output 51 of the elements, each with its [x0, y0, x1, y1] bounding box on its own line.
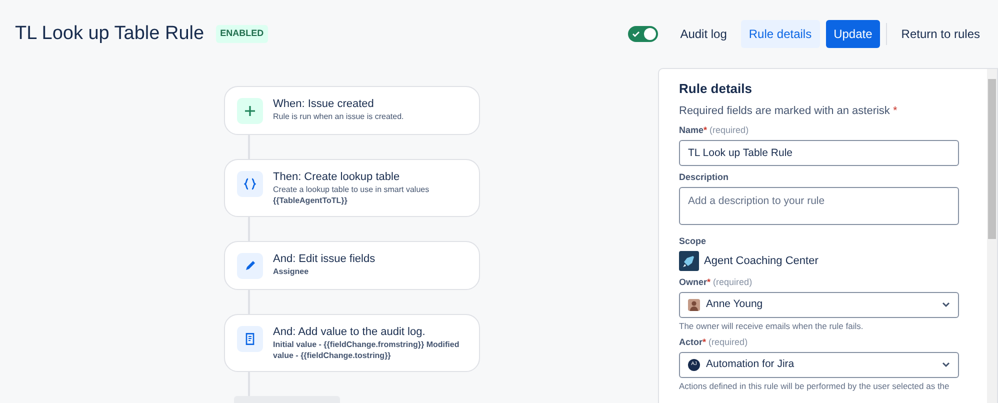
asterisk: * [707, 277, 711, 288]
pencil-icon [237, 253, 263, 279]
field-label: Actor [679, 337, 703, 348]
check-icon [632, 30, 640, 38]
step-description: Initial value - {{fieldChange.fromstring}} Modified value - {{fieldChange.tostring}} [273, 339, 460, 361]
required-hint: (required) [713, 277, 752, 288]
panel-heading: Rule details [679, 81, 753, 97]
field-label: Name [679, 125, 704, 136]
step-card[interactable]: And: Edit issue fields Assignee [224, 241, 480, 290]
help-text: The owner will receive emails when the rule fails. [679, 321, 864, 332]
name-input[interactable]: TL Look up Table Rule [679, 140, 959, 166]
chevron-down-icon [942, 362, 950, 368]
document-icon [237, 326, 263, 352]
audit-log-button[interactable]: Audit log [672, 20, 735, 48]
rocket-icon [679, 251, 699, 272]
scrollbar[interactable] [987, 69, 997, 403]
step-card[interactable]: When: Issue created Rule is run when an issue is created. [224, 86, 480, 135]
update-button[interactable]: Update [826, 20, 880, 48]
help-text: Actions defined in this rule will be performed by the user selected as the [679, 381, 950, 392]
step-description: {{TableAgentToTL}} [273, 195, 348, 206]
asterisk: * [702, 337, 706, 348]
required-note: Required fields are marked with an asterisk [679, 104, 890, 117]
asterisk: * [704, 125, 708, 136]
step-description: Assignee [273, 266, 310, 277]
asterisk: * [893, 104, 898, 117]
step-card[interactable]: And: Add value to the audit log. Initial value - {{fieldChange.fromstring}} Modified value - {{fieldChange.tostring}} [224, 314, 480, 372]
return-link[interactable]: Return to rules [893, 20, 988, 48]
step-title: When: Issue created [273, 97, 375, 111]
step-card[interactable]: Then: Create lookup table Create a lookup table to use in smart values {{TableAgentToTL}} [224, 159, 480, 217]
step-title: And: Edit issue fields [273, 252, 376, 266]
chevron-down-icon [942, 302, 950, 308]
field-label: Owner [679, 277, 708, 288]
step-description: Create a lookup table to use in smart values [273, 184, 430, 195]
required-hint: (required) [708, 337, 748, 348]
avatar-icon [688, 299, 700, 312]
plus-icon [237, 98, 263, 124]
select-field[interactable]: Anne Young [679, 292, 959, 318]
step-title: Then: Create lookup table [273, 170, 401, 184]
scope-name: Agent Coaching Center [704, 254, 818, 269]
braces-icon [237, 171, 263, 197]
required-hint: (required) [710, 125, 749, 136]
field-label: Scope [679, 236, 706, 246]
rule-details-button[interactable]: Rule details [740, 20, 820, 48]
field-label: Description [679, 172, 729, 182]
description-input[interactable]: Add a description to your rule [679, 187, 959, 226]
status-lozenge: ENABLED [216, 25, 268, 43]
enable-toggle[interactable] [628, 26, 658, 42]
add-step-button[interactable] [234, 396, 340, 403]
rule-title: TL Look up Table Rule [15, 22, 204, 46]
step-title: And: Add value to the audit log. [273, 325, 426, 339]
step-description: Rule is run when an issue is created. [273, 111, 404, 122]
